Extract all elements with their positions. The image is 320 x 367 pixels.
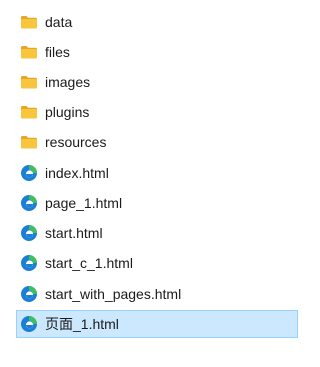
folder-icon — [21, 76, 37, 89]
edge-html-icon — [21, 195, 37, 211]
file-name: start_with_pages.html — [45, 286, 182, 302]
folder-icon — [21, 106, 37, 119]
file-name: images — [45, 74, 91, 90]
list-item-data[interactable]: data — [16, 8, 298, 36]
list-item-index-html[interactable]: index.html — [16, 159, 298, 187]
list-item-files[interactable]: files — [16, 38, 298, 66]
list-item-start-html[interactable]: start.html — [16, 219, 298, 247]
list-item-page-1-html[interactable]: page_1.html — [16, 189, 298, 217]
file-name: start_c_1.html — [45, 255, 133, 271]
list-item-images[interactable]: images — [16, 68, 298, 96]
edge-html-icon — [21, 225, 37, 241]
edge-html-icon — [21, 316, 37, 332]
file-name: files — [45, 44, 70, 60]
list-item-resources[interactable]: resources — [16, 128, 298, 156]
folder-icon — [21, 136, 37, 149]
file-list: data files images plugins resources inde… — [0, 0, 300, 367]
list-item-start-c-1-html[interactable]: start_c_1.html — [16, 249, 298, 277]
list-item-yemian-1-html[interactable]: 页面_1.html — [16, 310, 298, 338]
file-name: data — [45, 14, 73, 30]
list-item-start-with-pages-html[interactable]: start_with_pages.html — [16, 280, 298, 308]
folder-icon — [21, 16, 37, 29]
list-item-plugins[interactable]: plugins — [16, 98, 298, 126]
edge-html-icon — [21, 286, 37, 302]
file-name: start.html — [45, 225, 103, 241]
file-name: index.html — [45, 165, 109, 181]
file-name: 页面_1.html — [45, 316, 119, 332]
folder-icon — [21, 46, 37, 59]
file-name: resources — [45, 134, 107, 150]
file-name: plugins — [45, 104, 90, 120]
edge-html-icon — [21, 165, 37, 181]
edge-html-icon — [21, 255, 37, 271]
file-name: page_1.html — [45, 195, 123, 211]
